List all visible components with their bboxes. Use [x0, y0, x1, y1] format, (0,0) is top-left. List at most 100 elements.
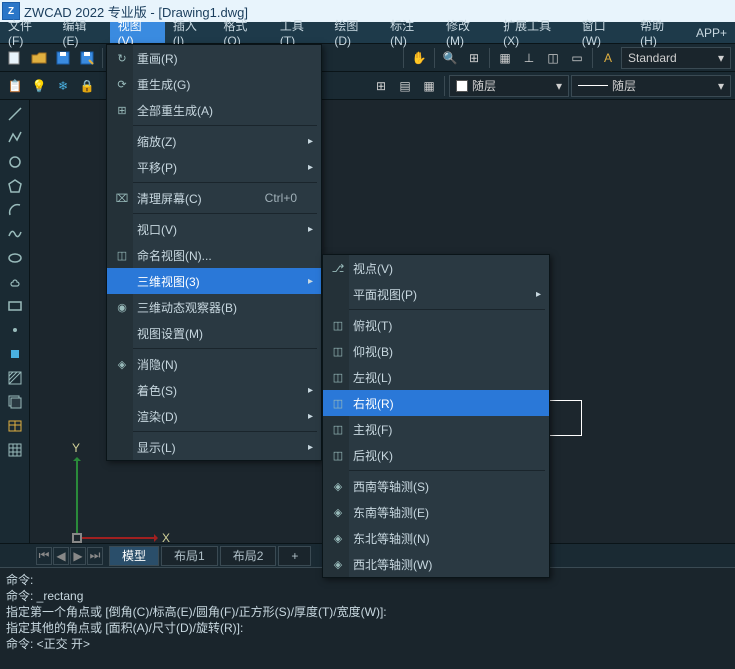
menu-separator	[111, 431, 317, 432]
layer-lock-icon[interactable]: 🔒	[76, 75, 98, 97]
ortho-button[interactable]: ⊥	[518, 47, 540, 69]
layer-on-icon[interactable]: 💡	[28, 75, 50, 97]
prop-icon2[interactable]: ▤	[394, 75, 416, 97]
menu-item[interactable]: ◈消隐(N)	[107, 351, 321, 377]
circle-tool[interactable]	[5, 152, 25, 172]
new-button[interactable]	[4, 47, 26, 69]
menu-2[interactable]: 视图(V)	[110, 22, 165, 43]
menu-item-label: 俯视(T)	[353, 317, 392, 334]
menu-item[interactable]: ◫左视(L)	[323, 364, 549, 390]
menu-item[interactable]: ◫主视(F)	[323, 416, 549, 442]
region-tool[interactable]	[5, 392, 25, 412]
menu-11[interactable]: 帮助(H)	[632, 22, 688, 43]
menu-separator	[327, 309, 545, 310]
menu-7[interactable]: 标注(N)	[382, 22, 438, 43]
object-button[interactable]: ▭	[566, 47, 588, 69]
submenu-arrow-icon: ▸	[308, 224, 313, 235]
zoom-button[interactable]: ⊞	[463, 47, 485, 69]
menu-item[interactable]: ◫右视(R)	[323, 390, 549, 416]
insert-tool[interactable]	[5, 344, 25, 364]
menu-9[interactable]: 扩展工具(X)	[495, 22, 574, 43]
ellipse-tool[interactable]	[5, 248, 25, 268]
menu-item[interactable]: 缩放(Z)▸	[107, 128, 321, 154]
open-button[interactable]	[28, 47, 50, 69]
tab-nav-prev[interactable]: ◀	[53, 547, 69, 565]
color-combo[interactable]: 随层▾	[449, 75, 569, 97]
menu-item-label: 视图设置(M)	[137, 325, 203, 342]
cloud-tool[interactable]	[5, 272, 25, 292]
menu-item[interactable]: ⎇视点(V)	[323, 255, 549, 281]
menu-item[interactable]: ↻重画(R)	[107, 45, 321, 71]
view-menu-dropdown: ↻重画(R)⟳重生成(G)⊞全部重生成(A) 缩放(Z)▸平移(P)▸ ⌧清理屏幕(…	[106, 44, 322, 461]
hatch-tool[interactable]	[5, 368, 25, 388]
menu-item[interactable]: 三维视图(3)▸	[107, 268, 321, 294]
menu-item[interactable]: 平面视图(P)▸	[323, 281, 549, 307]
menu-item-icon: ◈	[329, 480, 347, 493]
line-tool[interactable]	[5, 104, 25, 124]
point-tool[interactable]	[5, 320, 25, 340]
submenu-arrow-icon: ▸	[308, 162, 313, 173]
menu-item[interactable]: ◉三维动态观察器(B)	[107, 294, 321, 320]
menu-10[interactable]: 窗口(W)	[574, 22, 632, 43]
grid-button[interactable]: ▦	[494, 47, 516, 69]
menu-item[interactable]: ◈东南等轴测(E)	[323, 499, 549, 525]
polygon-tool[interactable]	[5, 176, 25, 196]
pan-button[interactable]: ✋	[408, 47, 430, 69]
menu-5[interactable]: 工具(T)	[272, 22, 327, 43]
menu-item[interactable]: 着色(S)▸	[107, 377, 321, 403]
layout-tab-0[interactable]: 模型	[109, 546, 159, 566]
layers-button[interactable]: 📋	[4, 75, 26, 97]
menu-item[interactable]: ◫命名视图(N)...	[107, 242, 321, 268]
table-tool[interactable]	[5, 416, 25, 436]
snap-button[interactable]: ◫	[542, 47, 564, 69]
menu-item[interactable]: ◫仰视(B)	[323, 338, 549, 364]
command-line[interactable]: 命令:命令: _rectang指定第一个角点或 [倒角(C)/标高(E)/圆角(…	[0, 567, 735, 669]
menu-item-icon: ◫	[329, 449, 347, 462]
menu-item[interactable]: 视图设置(M)	[107, 320, 321, 346]
layer-freeze-icon[interactable]: ❄	[52, 75, 74, 97]
text-style-combo[interactable]: Standard▾	[621, 47, 731, 69]
zoom-window-button[interactable]: 🔍	[439, 47, 461, 69]
view-3d-submenu: ⎇视点(V)平面视图(P)▸◫俯视(T)◫仰视(B)◫左视(L)◫右视(R)◫主…	[322, 254, 550, 578]
saveas-button[interactable]	[76, 47, 98, 69]
prop-icon1[interactable]: ⊞	[370, 75, 392, 97]
menu-item[interactable]: 渲染(D)▸	[107, 403, 321, 429]
polyline-tool[interactable]	[5, 128, 25, 148]
menu-1[interactable]: 编辑(E)	[55, 22, 110, 43]
menu-item[interactable]: 平移(P)▸	[107, 154, 321, 180]
prop-icon3[interactable]: ▦	[418, 75, 440, 97]
submenu-arrow-icon: ▸	[308, 276, 313, 287]
menu-item[interactable]: ◈西南等轴测(S)	[323, 473, 549, 499]
menu-item[interactable]: ⌧清理屏幕(C)Ctrl+0	[107, 185, 321, 211]
menu-0[interactable]: 文件(F)	[0, 22, 55, 43]
menu-3[interactable]: 插入(I)	[165, 22, 216, 43]
menu-item[interactable]: 显示(L)▸	[107, 434, 321, 460]
spline-tool[interactable]	[5, 224, 25, 244]
menu-item[interactable]: ◫俯视(T)	[323, 312, 549, 338]
menu-12[interactable]: APP+	[688, 22, 735, 43]
layout-tab-2[interactable]: 布局2	[220, 546, 277, 566]
tab-nav-next[interactable]: ▶	[70, 547, 86, 565]
linetype-combo[interactable]: 随层▾	[571, 75, 731, 97]
menu-item[interactable]: ⊞全部重生成(A)	[107, 97, 321, 123]
layout-tab-3[interactable]: +	[278, 546, 311, 566]
menu-item[interactable]: 视口(V) ▸	[107, 216, 321, 242]
menu-item[interactable]: ⟳重生成(G)	[107, 71, 321, 97]
menu-item-label: 左视(L)	[353, 369, 392, 386]
save-button[interactable]	[52, 47, 74, 69]
menu-separator	[111, 182, 317, 183]
menu-8[interactable]: 修改(M)	[438, 22, 495, 43]
menu-item[interactable]: ◫后视(K)	[323, 442, 549, 468]
tab-nav-last[interactable]: ⏭	[87, 547, 103, 565]
grid-tool[interactable]	[5, 440, 25, 460]
arc-tool[interactable]	[5, 200, 25, 220]
tab-nav-first[interactable]: ⏮	[36, 547, 52, 565]
menu-item[interactable]: ◈西北等轴测(W)	[323, 551, 549, 577]
menu-6[interactable]: 绘图(D)	[326, 22, 382, 43]
menu-item[interactable]: ◈东北等轴测(N)	[323, 525, 549, 551]
layout-tab-1[interactable]: 布局1	[161, 546, 218, 566]
style-a-button[interactable]: A	[597, 47, 619, 69]
menu-item-label: 视口(V)	[137, 221, 177, 238]
menu-4[interactable]: 格式(O)	[215, 22, 271, 43]
rectangle-tool[interactable]	[5, 296, 25, 316]
